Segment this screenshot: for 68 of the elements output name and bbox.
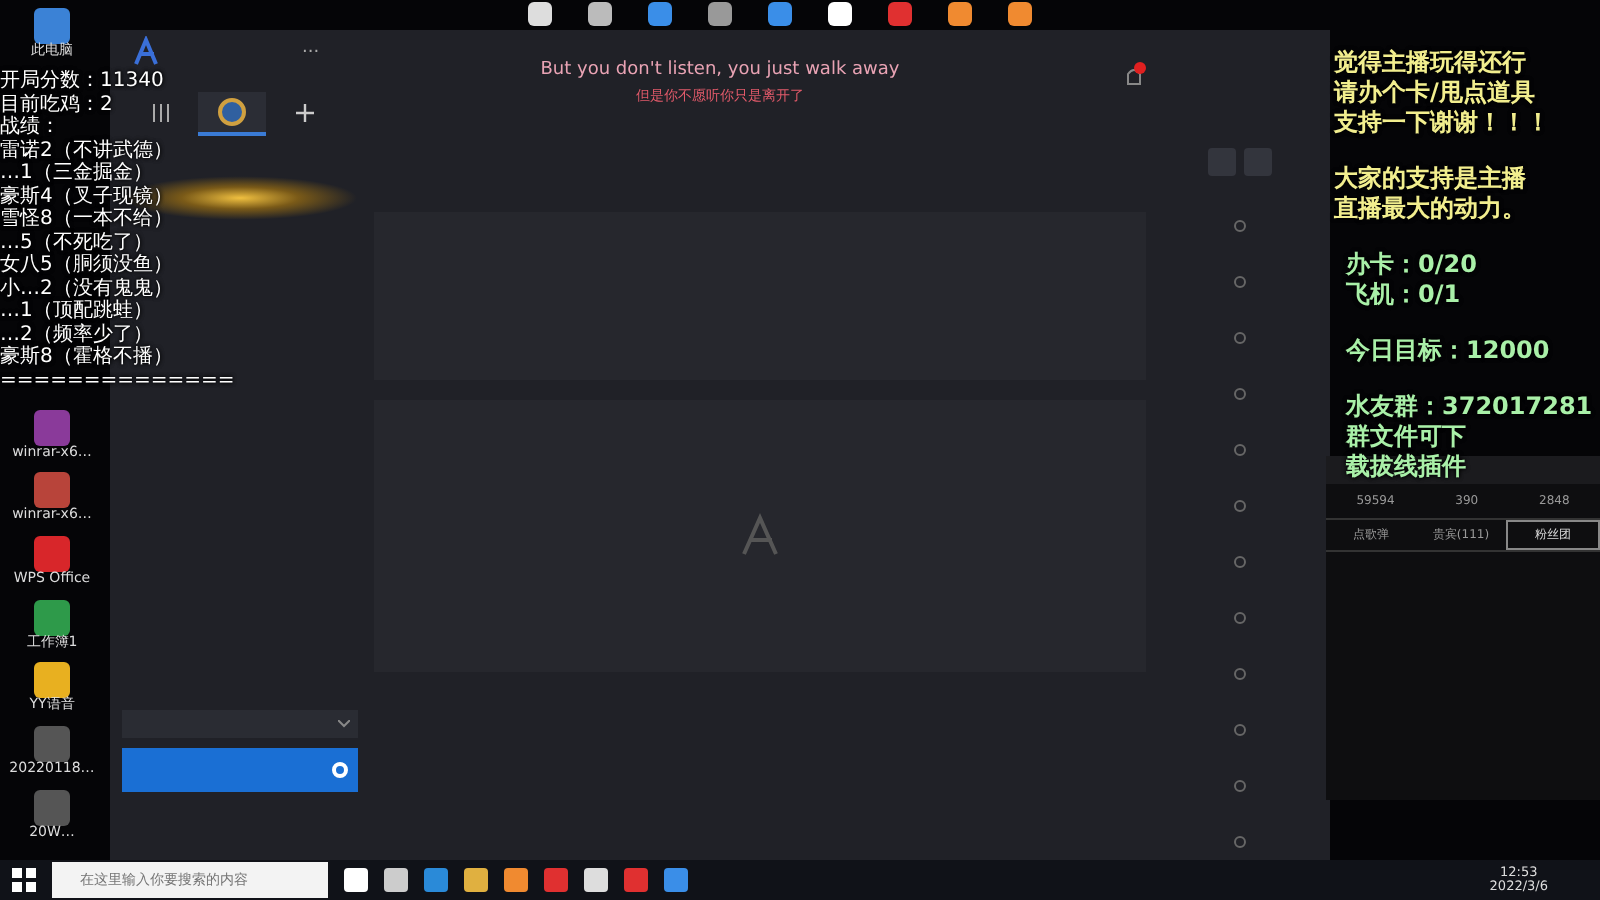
overlay-text: 觉得主播玩得还行 <box>1334 48 1526 78</box>
overlay-text: …2（频率少了） <box>0 323 153 345</box>
taskbar-app-icon[interactable] <box>464 868 488 892</box>
tab[interactable] <box>198 91 266 136</box>
taskbar-app-icon[interactable] <box>424 868 448 892</box>
desktop-app-icon[interactable] <box>34 536 70 573</box>
taskbar-app-icon[interactable] <box>504 868 528 892</box>
add-icon <box>295 104 313 123</box>
notification-bell-icon[interactable] <box>1122 62 1146 90</box>
status-dot <box>1234 332 1246 344</box>
overlay-text: 战绩： <box>0 116 60 139</box>
taskbar-app-icon[interactable] <box>544 868 568 892</box>
status-dot <box>1234 276 1246 288</box>
overlay-text: 水友群：372017281 <box>1346 392 1593 422</box>
emblem-icon <box>216 95 248 128</box>
app-icon[interactable] <box>588 2 612 26</box>
overlay-text: 请办个卡/甩点道具 <box>1334 78 1535 108</box>
overlay-text: 女八5（胴须没鱼） <box>0 254 173 277</box>
desktop-app-icon[interactable] <box>34 662 70 699</box>
lyrics-line: But you don't listen, you just walk away <box>540 58 900 84</box>
overlay-text: 大家的支持是主播 <box>1334 164 1526 194</box>
app-icon[interactable] <box>768 2 792 26</box>
status-dot <box>1234 556 1246 568</box>
overlay-text: 办卡：0/20 <box>1346 250 1477 280</box>
chevron-down-icon <box>338 720 350 728</box>
app-icon[interactable] <box>528 2 552 26</box>
overlay-text: 豪斯4（叉子现镜） <box>0 185 173 207</box>
logo-icon <box>130 36 162 68</box>
app-icon[interactable] <box>948 2 972 26</box>
overlay-text: 支持一下谢谢！！！ <box>1334 108 1550 138</box>
start-icon[interactable] <box>12 868 36 892</box>
taskbar-app-icon[interactable] <box>624 868 648 892</box>
status-dot <box>1234 500 1246 512</box>
overlay-text: …1（三金掘金） <box>0 162 153 185</box>
overlay-text: ============== <box>0 369 235 392</box>
overlay-text: 载拔线插件 <box>1346 452 1466 482</box>
status-dot <box>1234 724 1246 736</box>
more-menu[interactable]: ... <box>302 36 320 63</box>
overlay-text: 开局分数：11340 <box>0 70 164 93</box>
desktop-app-icon[interactable] <box>34 599 70 636</box>
status-dot <box>1234 612 1246 624</box>
overlay-text: 雷诺2（不讲武德） <box>0 139 173 162</box>
app-icon[interactable] <box>708 2 732 26</box>
overlay-text: 群文件可下 <box>1346 422 1466 452</box>
app-icon[interactable] <box>828 2 852 26</box>
overlay-text: …5（不死吃了） <box>0 231 153 253</box>
app-icon[interactable] <box>648 2 672 26</box>
overlay-text: …1（顶配跳蛙） <box>0 300 153 323</box>
status-dot <box>1234 220 1246 232</box>
status-dot <box>1234 836 1246 848</box>
overlay-text: 目前吃鸡：2 <box>0 93 113 115</box>
status-dot <box>1234 388 1246 400</box>
grid-icon <box>151 104 169 123</box>
overlay-text: 豪斯8（霍格不播） <box>0 346 173 369</box>
overlay-text: 小…2（没有鬼鬼） <box>0 277 173 299</box>
taskbar-app-icon[interactable] <box>384 868 408 892</box>
status-dot <box>1234 444 1246 456</box>
overlay-text: 直播最大的动力。 <box>1334 194 1526 224</box>
taskbar-app-icon[interactable] <box>664 868 688 892</box>
status-dot <box>1234 668 1246 680</box>
overlay-text: 雪怪8（一本不给） <box>0 208 173 231</box>
taskbar-app-icon[interactable] <box>344 868 368 892</box>
app-icon[interactable] <box>1008 2 1032 26</box>
overlay-text: 飞机：0/1 <box>1346 280 1461 310</box>
taskbar-app-icon[interactable] <box>584 868 608 892</box>
settings-icon <box>330 760 350 780</box>
status-dot <box>1234 780 1246 792</box>
overlay-text: 今日目标：12000 <box>1346 336 1550 366</box>
